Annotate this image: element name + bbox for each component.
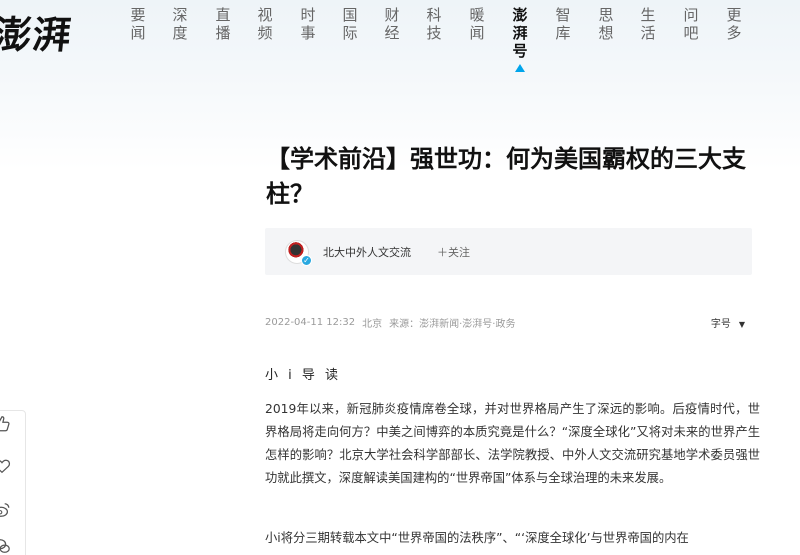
nav-item-char: 度 xyxy=(172,24,188,42)
nav-item[interactable]: 生活 xyxy=(638,6,658,42)
site-logo[interactable]: 澎湃 xyxy=(0,4,75,59)
article-meta: 2022-04-11 12:32 北京 来源：澎湃新闻·澎湃号·政务 字号 ▼ xyxy=(265,315,752,330)
nav-item[interactable]: 时事 xyxy=(298,6,318,42)
nav-item-char: 活 xyxy=(640,24,656,42)
publish-location: 北京 xyxy=(362,319,383,330)
nav-item-char: 吧 xyxy=(683,24,699,42)
share-sidebar xyxy=(0,410,26,555)
font-size-button[interactable]: 字号 ▼ xyxy=(711,315,752,330)
nav-item-char: 想 xyxy=(598,24,614,42)
thumbs-up-icon[interactable] xyxy=(0,415,15,438)
font-size-label: 字号 xyxy=(710,319,731,330)
caret-down-icon: ▼ xyxy=(738,320,745,329)
article-paragraph: 小i将分三期转载本文中“世界帝国的法秩序”、“‘深度全球化’与世界帝国的内在 xyxy=(265,531,689,545)
publish-date: 2022-04-11 12:32 xyxy=(265,317,356,328)
nav-item-char: 时 xyxy=(300,6,316,24)
nav-item-char: 闻 xyxy=(469,24,485,42)
nav-item-char: 财 xyxy=(384,6,400,24)
nav-item[interactable]: 直播 xyxy=(213,6,233,42)
nav-item-char: 视 xyxy=(257,6,273,24)
nav-item-char: 思 xyxy=(598,6,614,24)
article-source: 来源：澎湃新闻·澎湃号·政务 xyxy=(389,319,516,330)
author-card: ✓ 北大中外人文交流 ＋关注 xyxy=(265,228,752,275)
nav-item-char: 暖 xyxy=(469,6,485,24)
nav-item[interactable]: 国际 xyxy=(340,6,360,42)
nav-item-char: 湃 xyxy=(512,24,528,42)
nav-item[interactable]: 智库 xyxy=(553,6,573,42)
nav-item-char: 经 xyxy=(384,24,400,42)
weibo-icon[interactable] xyxy=(0,501,15,524)
follow-button[interactable]: ＋关注 xyxy=(437,244,470,260)
nav-item-char: 播 xyxy=(215,24,231,42)
nav-item[interactable]: 深度 xyxy=(170,6,190,42)
nav-item[interactable]: 思想 xyxy=(596,6,616,42)
nav-item-char: 际 xyxy=(342,24,358,42)
nav-item-char: 号 xyxy=(512,42,528,60)
heart-icon[interactable] xyxy=(0,457,15,480)
nav-item-char: 更 xyxy=(726,6,742,24)
article-title: 【学术前沿】强世功：何为美国霸权的三大支柱？ xyxy=(266,145,746,208)
nav-item-char: 频 xyxy=(257,24,273,42)
nav-item[interactable]: 视频 xyxy=(255,6,275,42)
nav-item-char: 国 xyxy=(342,6,358,24)
wechat-icon[interactable] xyxy=(0,537,15,555)
author-name[interactable]: 北大中外人文交流 xyxy=(323,244,411,260)
nav-item-char: 库 xyxy=(555,24,571,42)
nav-item-char: 问 xyxy=(683,6,699,24)
nav-item[interactable]: 科技 xyxy=(424,6,444,42)
nav-item-char: 生 xyxy=(640,6,656,24)
nav-item-char: 科 xyxy=(426,6,442,24)
nav-item[interactable]: 澎湃号 xyxy=(510,6,530,72)
nav-item-char: 技 xyxy=(426,24,442,42)
nav-item-char: 闻 xyxy=(130,24,146,42)
nav-item-char: 事 xyxy=(300,24,316,42)
nav-item-char: 澎 xyxy=(512,6,528,24)
nav-item-char: 智 xyxy=(555,6,571,24)
nav-item-char: 多 xyxy=(726,24,742,42)
active-indicator-icon xyxy=(515,64,525,72)
lead-heading: 小 i 导 读 xyxy=(265,368,342,383)
nav-item[interactable]: 问吧 xyxy=(681,6,701,42)
nav-item[interactable]: 更多 xyxy=(724,6,744,42)
nav-item-char: 深 xyxy=(172,6,188,24)
article-paragraph: 2019年以来，新冠肺炎疫情席卷全球，并对世界格局产生了深远的影响。后疫情时代，… xyxy=(265,402,760,485)
nav-item[interactable]: 暖闻 xyxy=(467,6,487,42)
nav-item[interactable]: 财经 xyxy=(382,6,402,42)
verified-badge-icon: ✓ xyxy=(301,254,312,266)
author-avatar[interactable]: ✓ xyxy=(285,239,312,266)
nav-item-char: 要 xyxy=(130,6,146,24)
nav-item[interactable]: 要闻 xyxy=(128,6,148,42)
nav-item-char: 直 xyxy=(215,6,231,24)
